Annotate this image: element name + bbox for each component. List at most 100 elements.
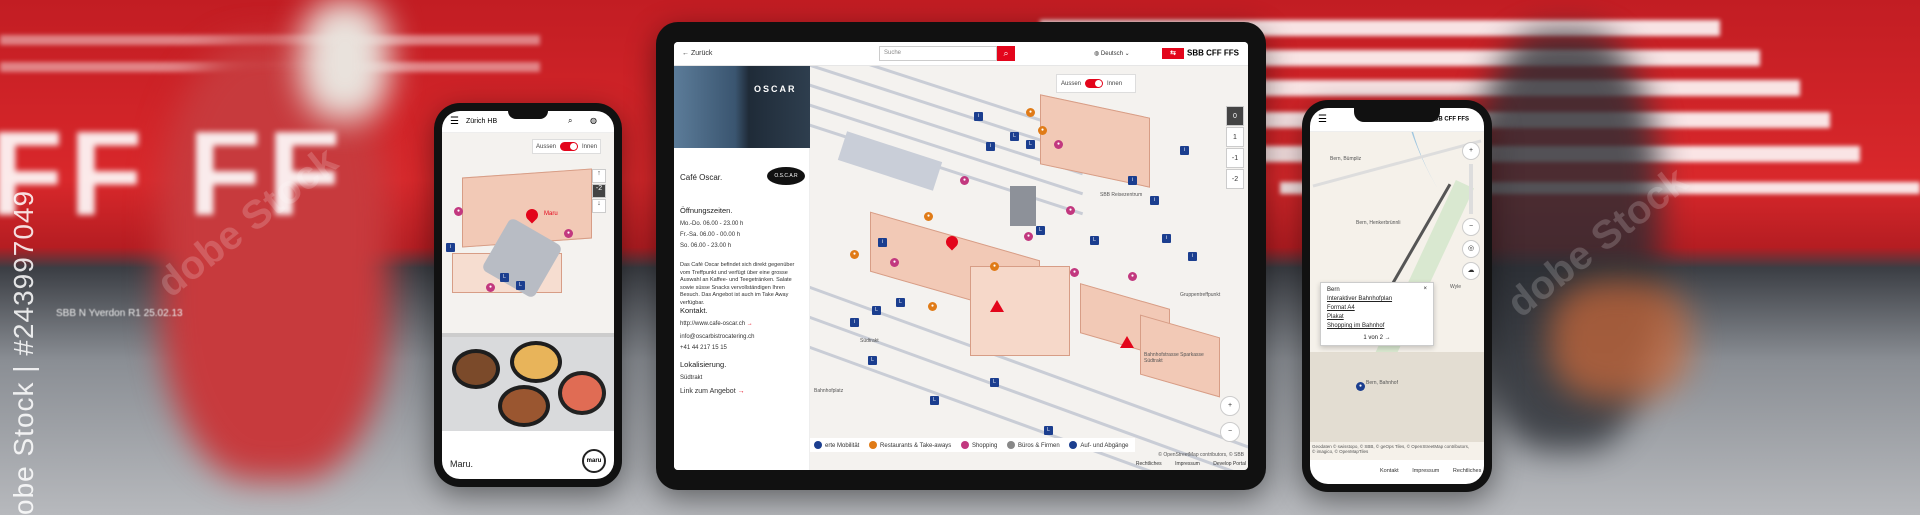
footer-link[interactable]: Develop Portal bbox=[1213, 461, 1246, 467]
info-icon[interactable]: i bbox=[974, 112, 983, 121]
shopping-icon[interactable]: ● bbox=[564, 229, 573, 238]
layers-icon[interactable]: ☁ bbox=[1462, 262, 1480, 280]
level-0[interactable]: 0 bbox=[1226, 106, 1244, 126]
zoom-in-button[interactable]: + bbox=[1462, 142, 1480, 160]
hours-heading: Öffnungszeiten. bbox=[680, 206, 733, 215]
footer-link[interactable]: Impressum bbox=[1175, 461, 1200, 467]
phone-text[interactable]: +41 44 217 15 15 bbox=[680, 344, 804, 353]
menu-icon[interactable]: ☰ bbox=[450, 116, 459, 127]
shopping-icon[interactable]: ● bbox=[486, 283, 495, 292]
map-label: Bahnhofplatz bbox=[814, 388, 844, 394]
inside-outside-toggle[interactable]: Aussen Innen bbox=[1056, 74, 1136, 93]
footer-link[interactable]: Rechtliches bbox=[1453, 468, 1481, 474]
info-icon[interactable]: i bbox=[1150, 196, 1159, 205]
level-minus-1[interactable]: -1 bbox=[1226, 148, 1244, 168]
info-icon[interactable]: i bbox=[1188, 252, 1197, 261]
offer-link[interactable]: Link zum Angebot → bbox=[680, 388, 804, 397]
tablet-header: ← Zurück Suche ⌕ ◍ Deutsch ⌄ ⇆ SBB CFF FF… bbox=[674, 42, 1248, 66]
stairs-icon[interactable]: L bbox=[1090, 236, 1099, 245]
stairs-icon[interactable]: L bbox=[872, 306, 881, 315]
legend-item-stairs[interactable]: Auf- und Abgänge bbox=[1069, 441, 1128, 449]
stairs-icon[interactable]: L bbox=[896, 298, 905, 307]
indoor-map[interactable]: ● ● ● i L L Maru Aussen Innen ↑ -2 ↓ bbox=[442, 133, 614, 333]
stairs-icon[interactable]: L bbox=[1010, 132, 1019, 141]
search-input[interactable]: Suche bbox=[879, 46, 997, 61]
popup-link[interactable]: Interaktiver Bahnhofplan bbox=[1327, 296, 1427, 302]
popup-link[interactable]: Shopping im Bahnhof bbox=[1327, 323, 1427, 329]
stairs-icon[interactable]: L bbox=[930, 396, 939, 405]
restaurant-icon[interactable]: ● bbox=[850, 250, 859, 259]
level-up-button[interactable]: ↑ bbox=[592, 169, 606, 183]
zoom-in-button[interactable]: + bbox=[1220, 396, 1240, 416]
popup-link[interactable]: Format A4 bbox=[1327, 305, 1427, 311]
map-attribution: © OpenStreetMap contributors, © SBB bbox=[1158, 452, 1244, 458]
shopping-icon[interactable]: ● bbox=[454, 207, 463, 216]
legend-item-restaurants[interactable]: Restaurants & Take-aways bbox=[869, 441, 951, 449]
search-icon[interactable]: ⌕ bbox=[568, 116, 572, 126]
stairs-icon[interactable]: L bbox=[990, 378, 999, 387]
website-link[interactable]: http://www.cafe-oscar.ch → bbox=[680, 320, 804, 329]
station-marker[interactable]: ● bbox=[1356, 382, 1365, 391]
inside-outside-toggle[interactable]: Aussen Innen bbox=[532, 139, 602, 154]
level-indicator: -2 bbox=[592, 184, 606, 198]
restaurant-icon[interactable]: ● bbox=[928, 302, 937, 311]
overview-map[interactable]: Bern, Bümpliz Bern, Henkerbrünnli Bern, … bbox=[1310, 132, 1484, 460]
map-label: Gruppentreffpunkt bbox=[1180, 292, 1221, 298]
restaurant-icon[interactable]: ● bbox=[990, 262, 999, 271]
close-icon[interactable]: × bbox=[1423, 286, 1427, 292]
stairs-icon[interactable]: L bbox=[1044, 426, 1053, 435]
shopping-icon[interactable]: ● bbox=[1054, 140, 1063, 149]
info-icon[interactable]: i bbox=[986, 142, 995, 151]
stairs-icon[interactable]: L bbox=[868, 356, 877, 365]
info-icon[interactable]: i bbox=[1162, 234, 1171, 243]
zoom-out-button[interactable]: − bbox=[1220, 422, 1240, 442]
shopping-icon[interactable]: ● bbox=[1066, 206, 1075, 215]
level-down-button[interactable]: ↓ bbox=[592, 199, 606, 213]
map-label: Wyle bbox=[1450, 284, 1462, 290]
warning-icon[interactable] bbox=[1120, 336, 1134, 348]
next-arrow-icon[interactable]: → bbox=[1385, 335, 1391, 341]
info-icon[interactable]: i bbox=[1128, 176, 1137, 185]
level-minus-2[interactable]: -2 bbox=[1226, 169, 1244, 189]
popup-link[interactable]: Plakat bbox=[1327, 314, 1427, 320]
zoom-slider[interactable] bbox=[1469, 164, 1473, 214]
info-icon[interactable]: i bbox=[878, 238, 887, 247]
zoom-out-button[interactable]: − bbox=[1462, 218, 1480, 236]
shopping-icon[interactable]: ● bbox=[890, 258, 899, 267]
locate-icon[interactable]: ◎ bbox=[1462, 240, 1480, 258]
back-button[interactable]: ← Zurück bbox=[682, 50, 712, 57]
shopping-icon[interactable]: ● bbox=[1128, 272, 1137, 281]
restaurant-icon[interactable]: ● bbox=[924, 212, 933, 221]
info-icon[interactable]: i bbox=[850, 318, 859, 327]
shopping-icon[interactable]: ● bbox=[1024, 232, 1033, 241]
footer-link[interactable]: Impressum bbox=[1412, 468, 1439, 474]
footer-link[interactable]: Rechtliches bbox=[1136, 461, 1162, 467]
restaurant-icon[interactable]: ● bbox=[1026, 108, 1035, 117]
pin-label: Maru bbox=[544, 211, 558, 217]
station-map[interactable]: L L ● ● ● ● ● ● ● ● ● ● ● ● ● i i i i L … bbox=[810, 66, 1248, 470]
map-label: Bahnhofstrasse Sparkasse Südtrakt bbox=[1144, 352, 1204, 364]
language-select[interactable]: ◍ Deutsch ⌄ bbox=[1094, 50, 1130, 57]
search-button[interactable]: ⌕ bbox=[997, 46, 1015, 61]
legend-item-offices[interactable]: Büros & Firmen bbox=[1007, 441, 1060, 449]
oscar-logo: O.S.C.A.R bbox=[767, 167, 805, 185]
legend-item-shopping[interactable]: Shopping bbox=[960, 441, 997, 449]
footer-link[interactable]: Kontakt bbox=[1380, 468, 1399, 474]
toggle-outside-label: Aussen bbox=[1061, 81, 1082, 88]
level-1[interactable]: 1 bbox=[1226, 127, 1244, 147]
stairs-icon[interactable]: L bbox=[500, 273, 509, 282]
stairs-icon[interactable]: L bbox=[516, 281, 525, 290]
shopping-icon[interactable]: ● bbox=[960, 176, 969, 185]
shopping-icon[interactable]: ● bbox=[1070, 268, 1079, 277]
restaurant-icon[interactable]: ● bbox=[1038, 126, 1047, 135]
popup-pager: 1 von 2 bbox=[1363, 335, 1383, 341]
warning-icon[interactable] bbox=[990, 300, 1004, 312]
stairs-icon[interactable]: L bbox=[1026, 140, 1035, 149]
globe-icon[interactable]: ◍ bbox=[590, 116, 597, 125]
email-text[interactable]: info@oscarbistrocatering.ch bbox=[680, 333, 804, 342]
info-icon[interactable]: i bbox=[1180, 146, 1189, 155]
legend-item-mobility[interactable]: erte Mobilität bbox=[814, 441, 859, 449]
menu-icon[interactable]: ☰ bbox=[1318, 114, 1327, 125]
stairs-icon[interactable]: L bbox=[1036, 226, 1045, 235]
info-icon[interactable]: i bbox=[446, 243, 455, 252]
